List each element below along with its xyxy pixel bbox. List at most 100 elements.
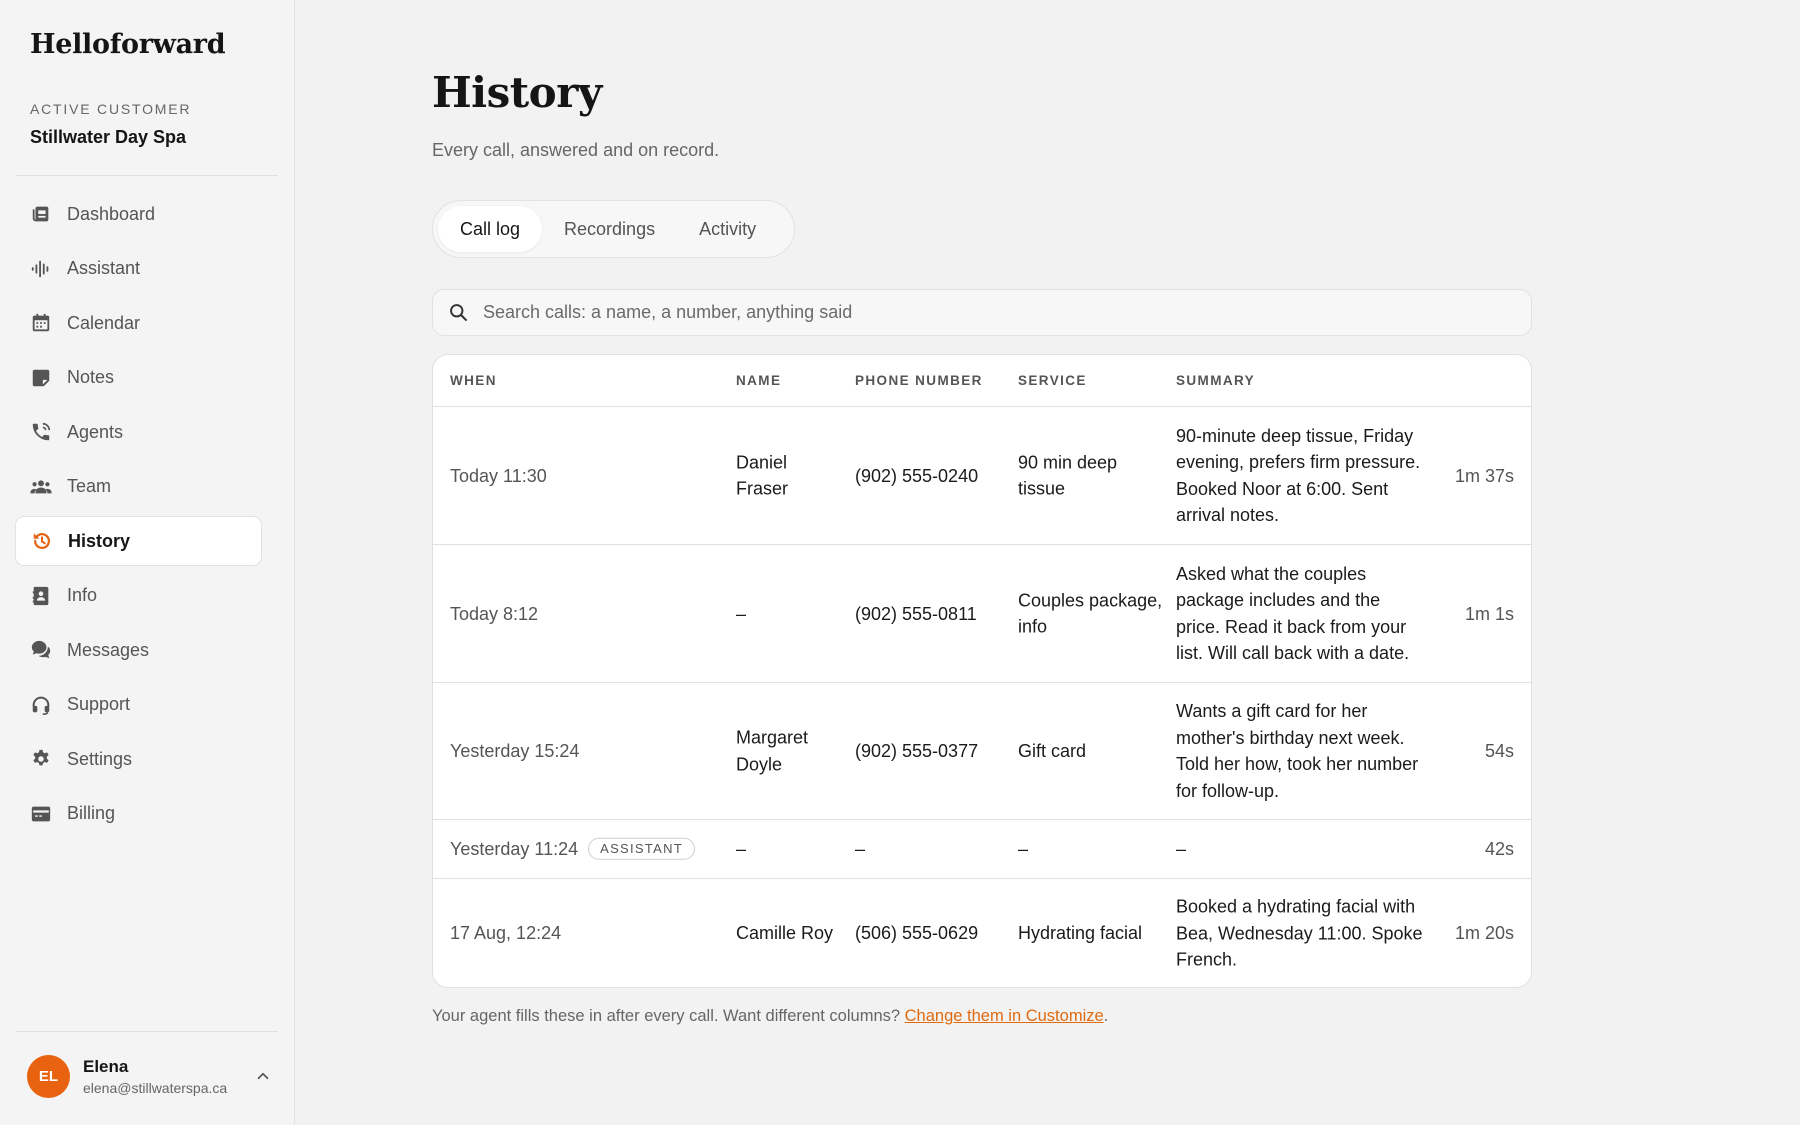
dashboard-icon bbox=[32, 206, 49, 222]
tab-activity[interactable]: Activity bbox=[677, 206, 778, 252]
sidebar-item-history[interactable]: History bbox=[15, 516, 262, 566]
headset-icon bbox=[32, 696, 50, 715]
sidebar-item-label: Team bbox=[67, 476, 112, 496]
chevron-up-icon[interactable] bbox=[254, 1067, 272, 1085]
brand-logo[interactable]: Helloforward bbox=[30, 29, 226, 60]
sidebar-divider bbox=[16, 1031, 278, 1032]
table-row[interactable]: Yesterday 11:24 ASSISTANT – – – – 42s bbox=[433, 820, 1531, 879]
sidebar-item-billing[interactable]: Billing bbox=[15, 789, 262, 839]
cell-duration: 1m 1s bbox=[1464, 603, 1514, 624]
sidebar-item-label: Calendar bbox=[67, 312, 141, 333]
tab-call-log[interactable]: Call log bbox=[438, 206, 543, 252]
contact-card-icon bbox=[32, 586, 49, 605]
cell-when: Yesterday 15:24 bbox=[450, 740, 580, 761]
phone-icon bbox=[32, 422, 51, 441]
column-header-when[interactable]: WHEN bbox=[450, 373, 497, 388]
sidebar-item-label: Dashboard bbox=[67, 203, 156, 224]
active-customer-name[interactable]: Stillwater Day Spa bbox=[30, 127, 186, 148]
sidebar-item-label: Notes bbox=[67, 367, 115, 387]
search-input[interactable] bbox=[483, 302, 1483, 323]
sidebar-item-label: Info bbox=[67, 585, 98, 605]
column-header-phone[interactable]: PHONE NUMBER bbox=[855, 373, 983, 388]
page-title: History bbox=[432, 68, 602, 117]
table-footnote: Your agent fills these in after every ca… bbox=[432, 1007, 1109, 1025]
tab-recordings[interactable]: Recordings bbox=[542, 206, 677, 252]
active-customer-label: ACTIVE CUSTOMER bbox=[30, 101, 192, 117]
user-email: elena@stillwaterspa.ca bbox=[83, 1079, 228, 1096]
table-row[interactable]: Today 11:30 Daniel Fraser (902) 555-0240… bbox=[433, 407, 1531, 545]
cell-when: Today 8:12 bbox=[450, 603, 539, 624]
credit-card-icon bbox=[31, 806, 51, 821]
users-icon bbox=[30, 479, 52, 493]
sidebar-item-label: Settings bbox=[67, 748, 133, 769]
cell-service: 90 min deep tissue bbox=[1018, 452, 1118, 499]
cell-name: – bbox=[736, 603, 747, 624]
sidebar-item-label: History bbox=[68, 530, 131, 551]
cell-duration: 1m 37s bbox=[1454, 465, 1514, 486]
sidebar-item-support[interactable]: Support bbox=[15, 680, 262, 730]
table-row[interactable]: 17 Aug, 12:24 Camille Roy (506) 555-0629… bbox=[433, 879, 1531, 987]
call-log-table: WHEN NAME PHONE NUMBER SERVICE SUMMARY T… bbox=[432, 354, 1532, 988]
cell-service: Hydrating facial bbox=[1018, 922, 1143, 943]
search-bar bbox=[432, 289, 1532, 336]
column-header-summary[interactable]: SUMMARY bbox=[1176, 373, 1255, 388]
cell-name: Daniel Fraser bbox=[736, 452, 789, 499]
avatar: EL bbox=[27, 1054, 70, 1098]
cell-service: – bbox=[1018, 838, 1029, 859]
sidebar-item-dashboard[interactable]: Dashboard bbox=[15, 189, 262, 239]
cell-summary: Asked what the couples package includes … bbox=[1176, 563, 1410, 664]
sidebar-item-label: Assistant bbox=[67, 258, 141, 278]
waveform-icon bbox=[31, 260, 49, 277]
sidebar-item-label: Agents bbox=[67, 421, 124, 442]
cell-when: 17 Aug, 12:24 bbox=[450, 922, 562, 943]
cell-service: Gift card bbox=[1018, 740, 1087, 761]
cell-summary: Booked a hydrating facial with Bea, Wedn… bbox=[1176, 896, 1423, 970]
search-icon bbox=[450, 304, 467, 321]
cell-phone: (902) 555-0377 bbox=[855, 740, 979, 761]
cell-when: Yesterday 11:24 ASSISTANT bbox=[450, 836, 696, 863]
sidebar-item-agents[interactable]: Agents bbox=[15, 407, 262, 457]
customize-link[interactable]: Change them in Customize bbox=[905, 1007, 1104, 1025]
cell-duration: 54s bbox=[1484, 740, 1514, 761]
table-header: WHEN NAME PHONE NUMBER SERVICE SUMMARY bbox=[433, 355, 1531, 407]
calendar-icon bbox=[32, 313, 50, 332]
sidebar-item-notes[interactable]: Notes bbox=[15, 353, 262, 403]
sidebar-item-label: Messages bbox=[67, 639, 150, 660]
sidebar-item-info[interactable]: Info bbox=[15, 571, 262, 621]
sidebar-item-assistant[interactable]: Assistant bbox=[15, 244, 262, 294]
cell-duration: 1m 20s bbox=[1454, 922, 1514, 943]
cell-duration: 42s bbox=[1484, 838, 1514, 859]
table-row[interactable]: Today 8:12 – (902) 555-0811 Couples pack… bbox=[433, 545, 1531, 683]
cell-phone: (902) 555-0240 bbox=[855, 465, 979, 486]
cell-name: – bbox=[736, 838, 747, 859]
chat-icon bbox=[31, 640, 51, 659]
cell-summary: 90-minute deep tissue, Friday evening, p… bbox=[1176, 425, 1421, 526]
sidebar: Helloforward ACTIVE CUSTOMER Stillwater … bbox=[0, 0, 295, 1125]
sidebar-item-label: Billing bbox=[67, 803, 116, 823]
user-menu[interactable]: EL Elena elena@stillwaterspa.ca bbox=[27, 1053, 272, 1099]
view-tabs: Call log Recordings Activity bbox=[432, 200, 795, 258]
cell-when: Today 11:30 bbox=[450, 465, 547, 486]
cell-name: Margaret Doyle bbox=[736, 727, 809, 775]
sidebar-item-team[interactable]: Team bbox=[15, 462, 262, 512]
history-icon bbox=[33, 533, 50, 549]
cell-summary: – bbox=[1176, 838, 1187, 859]
sidebar-item-settings[interactable]: Settings bbox=[15, 734, 262, 784]
gear-icon bbox=[33, 749, 49, 766]
cell-phone: (506) 555-0629 bbox=[855, 922, 979, 943]
sidebar-nav: Dashboard Assistant Calendar Notes Agent… bbox=[15, 189, 262, 843]
user-name: Elena bbox=[83, 1056, 129, 1076]
sidebar-item-label: Support bbox=[67, 694, 131, 714]
column-header-name[interactable]: NAME bbox=[736, 373, 781, 388]
cell-summary: Wants a gift card for her mother's birth… bbox=[1176, 701, 1419, 801]
sidebar-item-messages[interactable]: Messages bbox=[15, 625, 262, 675]
cell-service: Couples package, info bbox=[1018, 590, 1163, 637]
table-row[interactable]: Yesterday 15:24 Margaret Doyle (902) 555… bbox=[433, 683, 1531, 820]
cell-phone: – bbox=[855, 838, 866, 859]
column-header-service[interactable]: SERVICE bbox=[1018, 373, 1087, 388]
cell-phone: (902) 555-0811 bbox=[855, 603, 977, 624]
cell-name: Camille Roy bbox=[736, 922, 834, 943]
sidebar-item-calendar[interactable]: Calendar bbox=[15, 298, 262, 348]
note-icon bbox=[32, 369, 50, 386]
sidebar-divider bbox=[16, 175, 278, 176]
